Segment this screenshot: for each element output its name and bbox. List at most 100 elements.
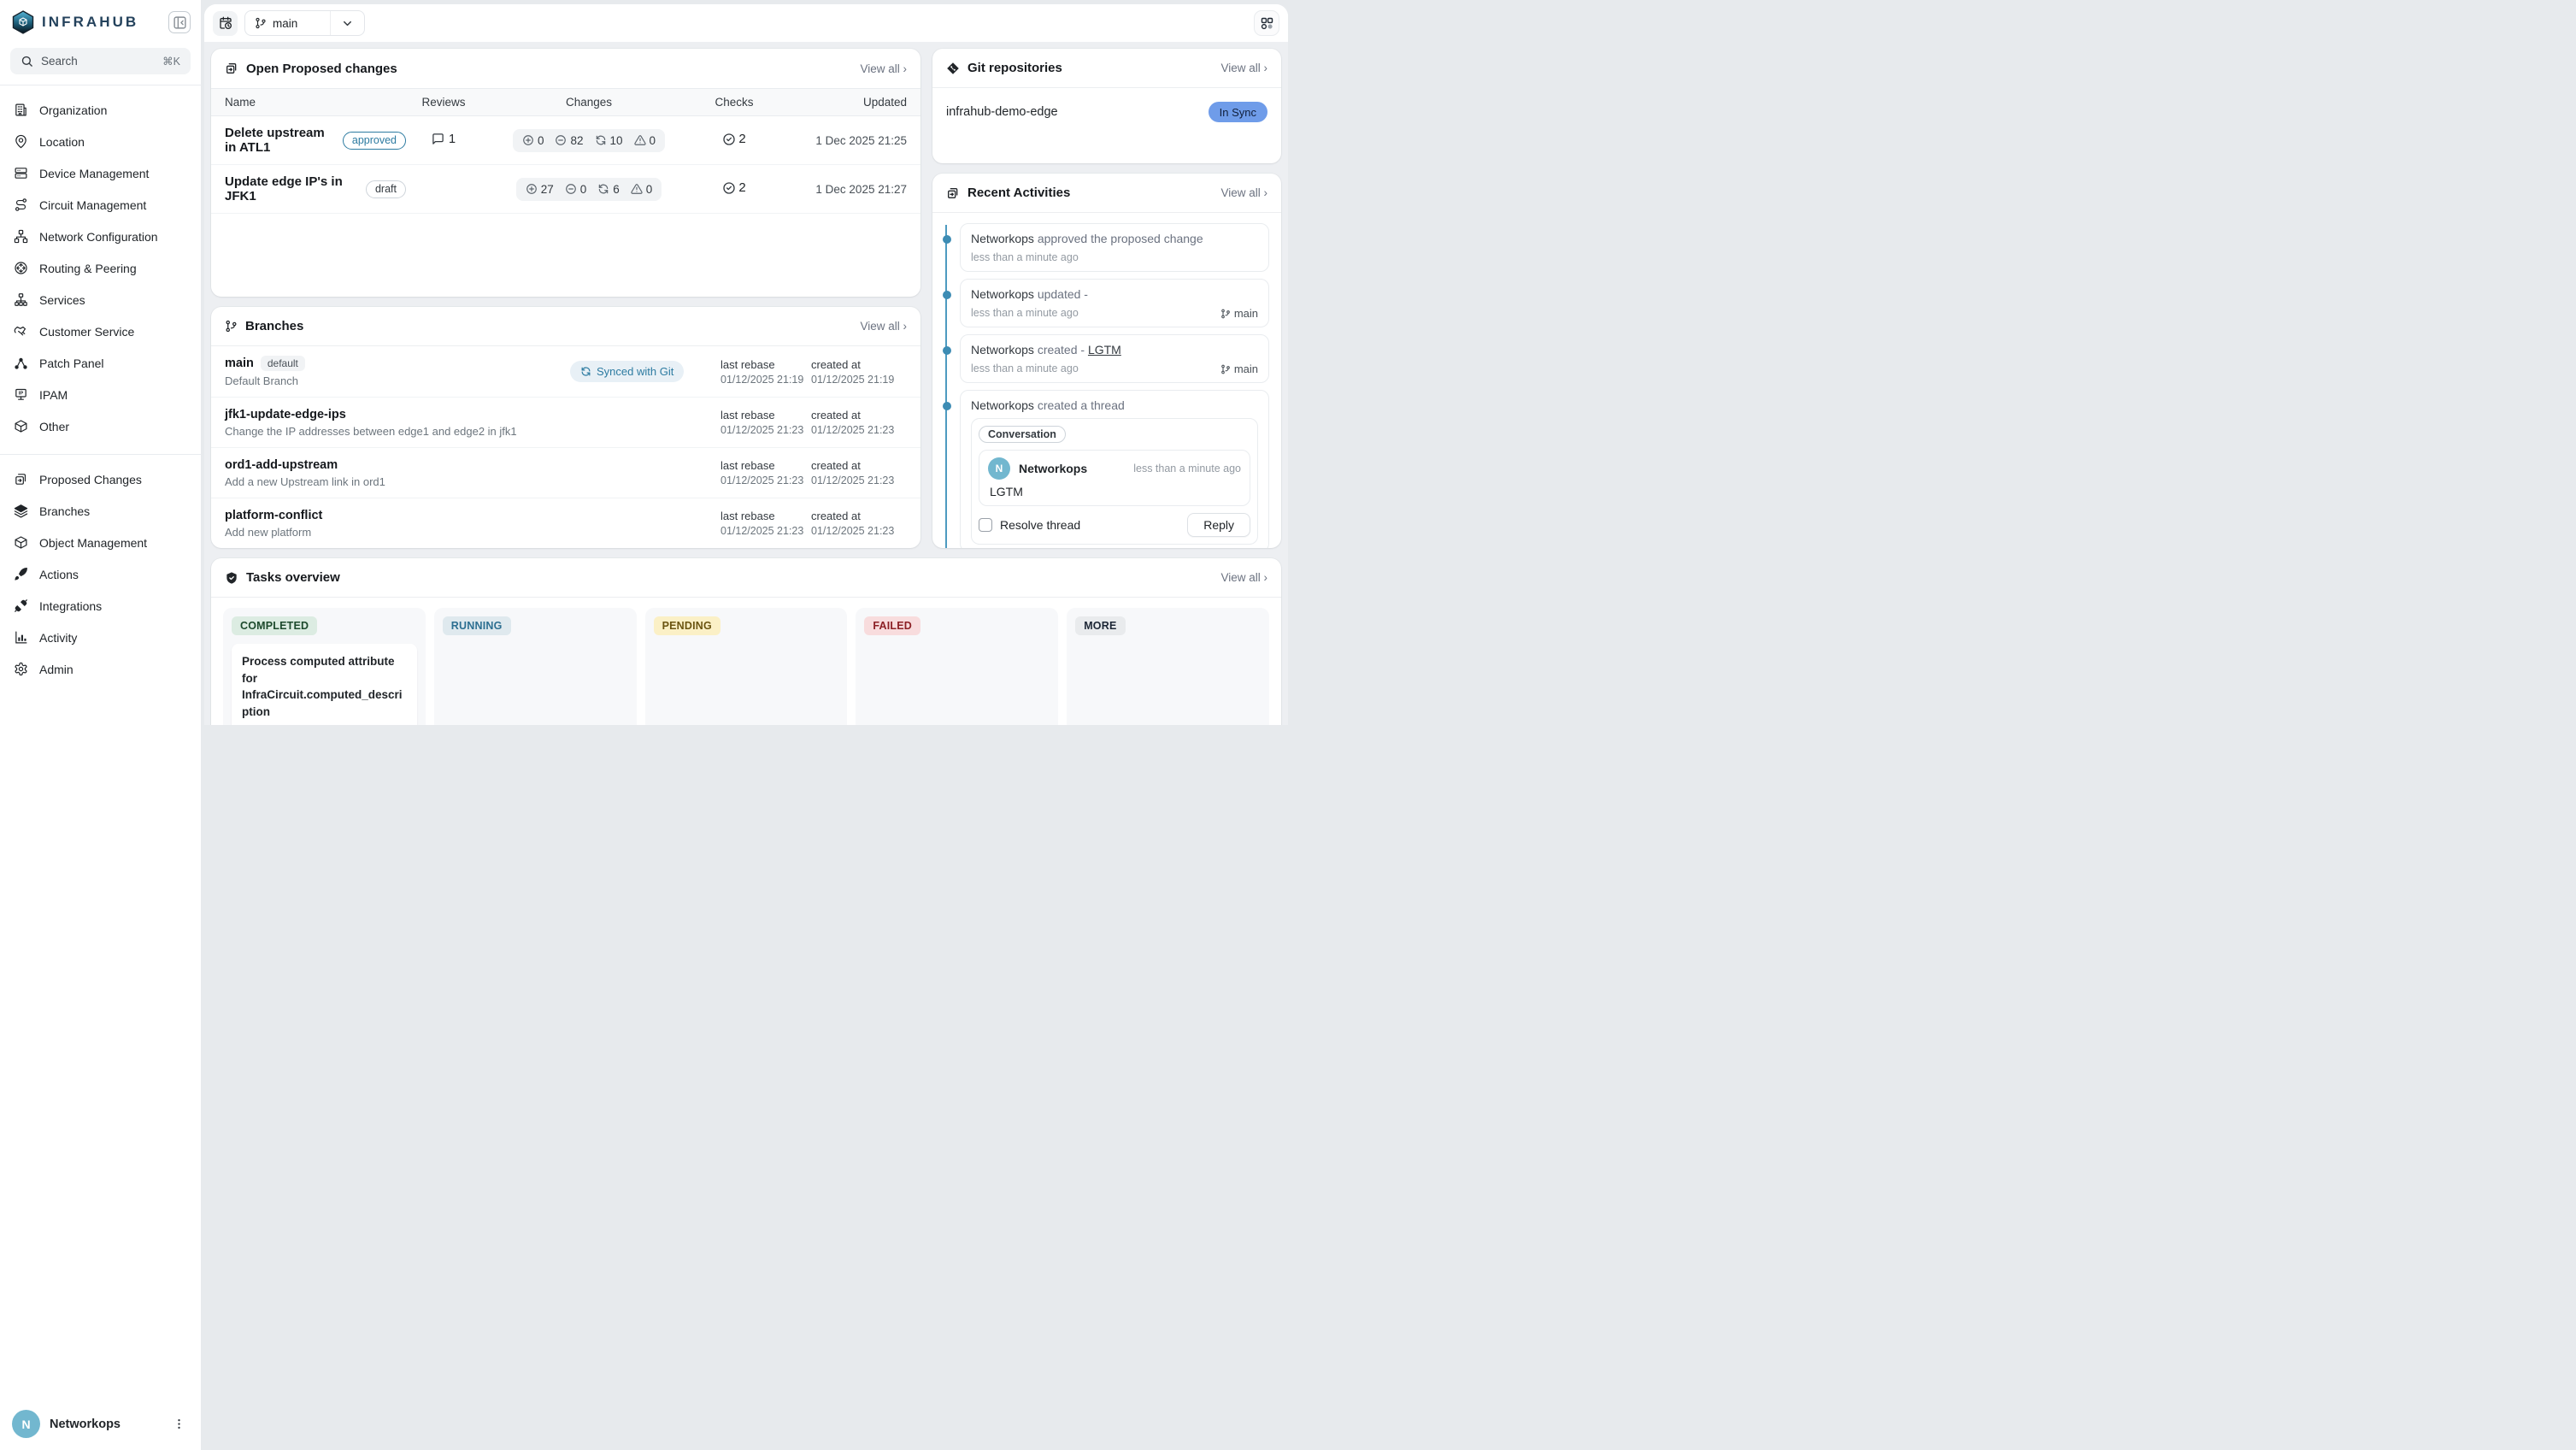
chevron-down-icon[interactable] [331, 17, 364, 30]
git-repositories-view-all-link[interactable]: View all › [1220, 62, 1267, 74]
proposed-changes-view-all-link[interactable]: View all › [860, 62, 907, 75]
branch-description: Default Branch [225, 374, 570, 387]
brand-name: INFRAHUB [42, 14, 161, 31]
last-rebase-label: last rebase [720, 510, 811, 522]
panel-left-close-icon [173, 15, 187, 30]
proposed-change-name[interactable]: Delete upstream in ATL1 [225, 126, 332, 155]
task-column-running: RUNNING [434, 608, 637, 725]
activity-time: less than a minute ago [971, 307, 1079, 320]
activity-item: Networkops approved the proposed change … [960, 223, 1269, 272]
sidebar-item-services[interactable]: Services [7, 284, 194, 315]
schema-visualizer-button[interactable] [1254, 10, 1279, 36]
branches-view-all-link[interactable]: View all › [860, 320, 907, 333]
sidebar-item-label: Network Configuration [39, 230, 158, 244]
handshake-icon [14, 324, 28, 339]
sidebar-item-patch-panel[interactable]: Patch Panel [7, 347, 194, 379]
status-badge-completed: COMPLETED [232, 616, 317, 635]
proposed-change-row[interactable]: Update edge IP's in JFK1 draft 27 0 6 0 [211, 165, 920, 214]
warning-triangle-icon [634, 134, 646, 146]
sidebar: INFRAHUB Search ⌘K Organization Location… [0, 0, 201, 1450]
sidebar-item-branches[interactable]: Branches [7, 495, 194, 527]
topbar: main [204, 4, 1288, 42]
sidebar-item-proposed-changes[interactable]: Proposed Changes [7, 463, 194, 495]
gear-icon [14, 662, 28, 676]
ip-monitor-icon: IP [14, 387, 28, 402]
sidebar-item-ipam[interactable]: IP IPAM [7, 379, 194, 410]
card-title: Git repositories [967, 61, 1062, 75]
sidebar-app-nav: Proposed Changes Branches Object Managem… [0, 462, 201, 687]
network-icon [14, 229, 28, 244]
layers-icon [14, 504, 28, 518]
tasks-view-all-link[interactable]: View all › [1220, 571, 1267, 584]
proposed-change-row[interactable]: Delete upstream in ATL1 approved 1 0 82 … [211, 116, 920, 165]
sidebar-item-location[interactable]: Location [7, 126, 194, 157]
minus-circle-icon [565, 183, 577, 195]
updated-timestamp: 1 Dec 2025 21:25 [772, 134, 907, 147]
time-travel-button[interactable] [213, 11, 238, 36]
last-rebase-value: 01/12/2025 21:19 [720, 374, 811, 386]
sidebar-item-integrations[interactable]: Integrations [7, 590, 194, 622]
created-at-value: 01/12/2025 21:23 [811, 525, 907, 537]
sidebar-item-label: Organization [39, 103, 107, 117]
repository-row[interactable]: infrahub-demo-edge In Sync [932, 88, 1281, 122]
activity-object-link[interactable]: LGTM [1088, 343, 1121, 357]
branch-description: Add a new Upstream link in ord1 [225, 475, 570, 488]
refresh-icon [595, 134, 607, 146]
changes-summary: 0 82 10 0 [513, 129, 665, 152]
sidebar-item-actions[interactable]: Actions [7, 558, 194, 590]
search-input[interactable]: Search ⌘K [10, 48, 191, 74]
infrahub-logo-icon [12, 10, 34, 34]
timeline-dot [943, 291, 951, 299]
sidebar-item-label: Actions [39, 568, 79, 581]
sidebar-item-network-configuration[interactable]: Network Configuration [7, 221, 194, 252]
branch-name[interactable]: main [225, 357, 254, 370]
conversation-badge: Conversation [979, 426, 1066, 443]
sidebar-item-label: Activity [39, 631, 77, 645]
recent-activities-view-all-link[interactable]: View all › [1220, 186, 1267, 199]
sidebar-item-label: Routing & Peering [39, 262, 137, 275]
branch-selector[interactable]: main [244, 10, 365, 36]
branch-name[interactable]: platform-conflict [225, 509, 322, 522]
activity-time: less than a minute ago [971, 362, 1079, 375]
sidebar-item-device-management[interactable]: Device Management [7, 157, 194, 189]
status-badge-failed: FAILED [864, 616, 920, 635]
branch-row[interactable]: jfk1-update-edge-ips Change the IP addre… [211, 397, 920, 447]
activity-item: Networkops updated - less than a minute … [960, 279, 1269, 327]
task-column-completed: COMPLETED Process computed attribute for… [223, 608, 426, 725]
sidebar-item-organization[interactable]: Organization [7, 94, 194, 126]
branch-name[interactable]: jfk1-update-edge-ips [225, 408, 346, 421]
sidebar-item-routing-peering[interactable]: Routing & Peering [7, 252, 194, 284]
branch-row[interactable]: platform-conflict Add new platform last … [211, 498, 920, 548]
sidebar-item-other[interactable]: Other [7, 410, 194, 442]
repository-name[interactable]: infrahub-demo-edge [946, 105, 1058, 119]
branch-row[interactable]: ord1-add-upstream Add a new Upstream lin… [211, 447, 920, 498]
branch-description: Change the IP addresses between edge1 an… [225, 425, 570, 438]
warning-triangle-icon [631, 183, 643, 195]
activity-timeline: Networkops approved the proposed change … [945, 223, 1269, 548]
branch-row[interactable]: main default Default Branch Synced with … [211, 346, 920, 397]
plus-circle-icon [526, 183, 538, 195]
sidebar-collapse-button[interactable] [168, 11, 191, 33]
sidebar-item-object-management[interactable]: Object Management [7, 527, 194, 558]
sidebar-item-circuit-management[interactable]: Circuit Management [7, 189, 194, 221]
building-icon [14, 103, 28, 117]
bar-chart-icon [14, 630, 28, 645]
branch-name[interactable]: ord1-add-upstream [225, 458, 338, 472]
created-at-value: 01/12/2025 21:19 [811, 374, 907, 386]
sidebar-item-label: Object Management [39, 536, 147, 550]
sidebar-item-activity[interactable]: Activity [7, 622, 194, 653]
last-rebase-label: last rebase [720, 409, 811, 421]
reply-button[interactable]: Reply [1187, 513, 1250, 537]
main-panel: main Open Proposed changes [204, 4, 1288, 725]
resolve-thread-checkbox[interactable] [979, 518, 992, 532]
check-circle-icon [722, 133, 736, 146]
sidebar-divider [0, 454, 201, 455]
user-options-button[interactable] [169, 1414, 189, 1434]
activity-item: Networkops created - LGTM less than a mi… [960, 334, 1269, 383]
task-card[interactable]: Process computed attribute for InfraCirc… [232, 644, 417, 725]
user-menu[interactable]: N Networkops [0, 1400, 201, 1450]
sidebar-item-customer-service[interactable]: Customer Service [7, 315, 194, 347]
sidebar-item-admin[interactable]: Admin [7, 653, 194, 685]
proposed-change-name[interactable]: Update edge IP's in JFK1 [225, 174, 356, 203]
sidebar-item-label: Device Management [39, 167, 149, 180]
